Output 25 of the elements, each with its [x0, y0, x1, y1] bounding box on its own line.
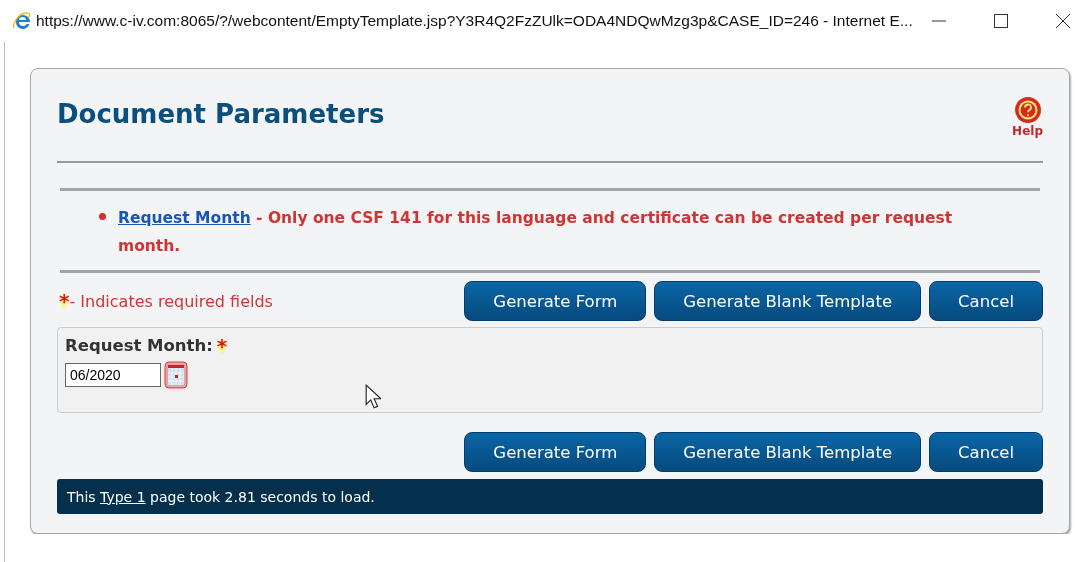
action-button[interactable]: Cancel: [929, 432, 1043, 472]
calendar-icon[interactable]: [164, 361, 188, 389]
window-title: https://www.c-iv.com:8065/?/webcontent/EmptyTemplate.jsp?Y3R4Q2FzZUlk=ODA4NDQwMzg3p&CASE_ID=246 - Internet E...: [36, 12, 914, 30]
error-message: Request Month - Only one CSF 141 for this language and certificate can be created per request month.: [118, 208, 954, 257]
date-field[interactable]: 06/2020: [65, 363, 161, 387]
required-mark: *: [216, 336, 228, 355]
bullet-icon: [99, 213, 106, 220]
action-button[interactable]: Generate Blank Template: [654, 281, 922, 321]
action-button[interactable]: Generate Blank Template: [654, 432, 922, 472]
required-mark: *: [59, 292, 70, 310]
browser-icon: [12, 11, 32, 31]
help-icon[interactable]: [1013, 96, 1042, 124]
action-button[interactable]: Generate Form: [464, 281, 647, 321]
action-button[interactable]: Cancel: [929, 281, 1043, 321]
page-title: Document Parameters: [57, 99, 385, 129]
field-link[interactable]: Request Month: [118, 209, 251, 227]
mouse-cursor-icon: [365, 384, 381, 409]
load-time-text: This Type 1 page took 2.81 seconds to load.: [67, 488, 375, 505]
type-link[interactable]: Type 1: [100, 488, 146, 505]
field-label: Request Month:: [65, 336, 213, 355]
help-link[interactable]: Help: [1012, 124, 1043, 138]
close-icon[interactable]: [1056, 14, 1070, 28]
required-note: - Indicates required fields: [69, 291, 273, 311]
action-button[interactable]: Generate Form: [464, 432, 647, 472]
maximize-icon[interactable]: [994, 14, 1008, 28]
